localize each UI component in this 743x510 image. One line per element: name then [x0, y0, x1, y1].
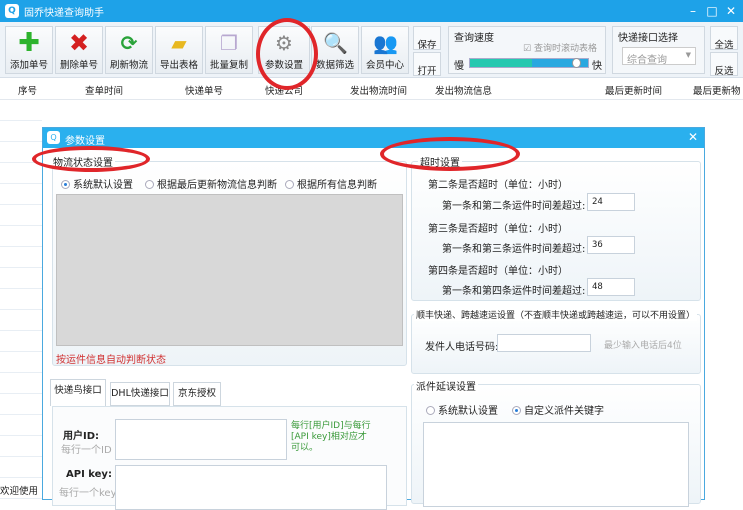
refresh-icon: ⟳: [120, 31, 138, 55]
auto-status-note: 按运件信息自动判断状态: [56, 355, 166, 366]
timeout-input-3[interactable]: 36: [587, 236, 635, 254]
settings-dialog: Q 参数设置 ✕ 物流状态设置 系统默认设置 根据最后更新物流信息判断 根据所有…: [42, 127, 705, 510]
user-id-textarea[interactable]: [115, 419, 287, 460]
close-button[interactable]: ✕: [721, 2, 741, 20]
user-id-label: 用户ID:: [63, 431, 100, 442]
radio-label: 自定义派件关键字: [524, 406, 604, 417]
title-bar: Q 固乔快递查询助手 – □ ✕: [0, 0, 743, 22]
user-id-hint: 每行一个ID: [61, 445, 112, 456]
export-button[interactable]: ▰ 导出表格: [155, 26, 203, 74]
col-ship-info[interactable]: 发出物流信息: [435, 83, 492, 97]
col-query-time[interactable]: 查单时间: [85, 83, 123, 97]
x-icon: ✖: [68, 29, 90, 57]
magnifier-icon: Q: [47, 131, 60, 144]
delay-settings-group: 派件延误设置 系统默认设置 自定义派件关键字: [411, 378, 701, 507]
radio-label: 根据最后更新物流信息判断: [157, 180, 277, 191]
col-tracking-number[interactable]: 快递单号: [185, 83, 223, 97]
radio-label: 根据所有信息判断: [297, 180, 377, 191]
scroll-table-label: 查询时滚动表格: [533, 44, 597, 54]
radio-delay-custom[interactable]: 自定义派件关键字: [512, 402, 604, 417]
timeout-input-4[interactable]: 48: [587, 278, 635, 296]
col-ship-time[interactable]: 发出物流时间: [350, 83, 407, 97]
tab-jd[interactable]: 京东授权: [173, 382, 221, 406]
radio-label: 系统默认设置: [438, 406, 498, 417]
speed-slider[interactable]: [469, 58, 589, 68]
pair-note: 每行[用户ID]与每行[API key]相对应才可以。: [291, 421, 371, 453]
speed-title: 查询速度: [454, 33, 494, 44]
add-number-button[interactable]: ✚ 添加单号: [5, 26, 53, 74]
timeout-input-2[interactable]: 24: [587, 193, 635, 211]
delay-title: 派件延误设置: [414, 378, 478, 393]
scroll-table-checkbox[interactable]: ☑ 查询时滚动表格: [523, 41, 597, 54]
api-key-hint: 每行一个key: [59, 488, 117, 499]
speed-group: 查询速度 ☑ 查询时滚动表格 慢 快: [448, 26, 606, 74]
chevron-down-icon: ▼: [685, 51, 691, 59]
col-update-time[interactable]: 最后更新时间: [605, 83, 662, 97]
radio-system-default[interactable]: 系统默认设置: [61, 176, 133, 191]
phone-hint: 最少输入电话后4位: [604, 341, 682, 351]
window-title: 固乔快递查询助手: [24, 8, 104, 19]
folder-icon: ▰: [171, 31, 187, 55]
member-center-button[interactable]: 👥 会员中心: [361, 26, 409, 74]
radio-all-info[interactable]: 根据所有信息判断: [285, 176, 377, 191]
timeout-label-3: 第一条和第三条运件时间差超过:: [442, 244, 586, 255]
interface-value: 综合查询: [627, 55, 667, 66]
timeout-label-2: 第一条和第二条运件时间差超过:: [442, 201, 586, 212]
toolbar: ✚ 添加单号 ✖ 删除单号 ⟳ 刷新物流 ▰ 导出表格 ❐ 批量复制 ⚙ 参数设置 🔍 数据筛…: [0, 22, 743, 78]
interface-group: 快递接口选择 综合查询 ▼: [612, 26, 705, 74]
select-all-button[interactable]: 全选: [710, 26, 738, 51]
magnifier-icon: Q: [5, 4, 19, 18]
open-button[interactable]: 打开: [413, 52, 441, 77]
phone-label: 发件人电话号码:: [425, 342, 499, 353]
minimize-button[interactable]: –: [683, 2, 703, 20]
filter-button[interactable]: 🔍 数据筛选: [311, 26, 359, 74]
tab-kdniao[interactable]: 快递鸟接口: [50, 379, 106, 406]
refresh-button[interactable]: ⟳ 刷新物流: [105, 26, 153, 74]
table-header: 序号 查单时间 快递单号 快递公司 发出物流时间 发出物流信息 最后更新时间 最…: [0, 78, 743, 100]
timeout-head-4: 第四条是否超时（单位：小时）: [428, 266, 568, 277]
copy-icon: ❐: [220, 31, 238, 55]
slow-label: 慢: [454, 61, 464, 72]
save-button[interactable]: 保存: [413, 26, 441, 51]
plus-icon: ✚: [18, 28, 40, 58]
col-index[interactable]: 序号: [18, 83, 37, 97]
radio-label: 系统默认设置: [73, 180, 133, 191]
tab-dhl[interactable]: DHL快递接口: [110, 382, 170, 406]
maximize-button[interactable]: □: [702, 2, 722, 20]
api-key-label: API key:: [66, 469, 112, 480]
delete-number-button[interactable]: ✖ 删除单号: [55, 26, 103, 74]
radio-last-update[interactable]: 根据最后更新物流信息判断: [145, 176, 277, 191]
api-tab-panel: 用户ID: 每行一个ID 每行[用户ID]与每行[API key]相对应才可以。…: [52, 406, 407, 510]
col-update-info[interactable]: 最后更新物: [693, 83, 741, 97]
interface-select[interactable]: 综合查询 ▼: [622, 47, 696, 66]
batch-copy-button[interactable]: ❐ 批量复制: [205, 26, 253, 74]
annotation-circle-logistics: [32, 146, 150, 172]
timeout-group: 超时设置 第二条是否超时（单位：小时） 第一条和第二条运件时间差超过: 24 第…: [411, 154, 701, 301]
api-key-textarea[interactable]: [115, 465, 387, 510]
fast-label: 快: [592, 61, 602, 72]
dialog-close-button[interactable]: ✕: [688, 130, 698, 144]
annotation-circle-settings: [256, 18, 318, 90]
sf-title: 顺丰快递、跨越速运设置（不查顺丰快递或跨越速运，可以不用设置）: [414, 308, 698, 321]
annotation-circle-timeout: [380, 137, 520, 171]
invert-selection-button[interactable]: 反选: [710, 52, 738, 77]
timeout-label-4: 第一条和第四条运件时间差超过:: [442, 286, 586, 297]
status-bar: 欢迎使用: [0, 483, 39, 497]
logistics-status-group: 物流状态设置 系统默认设置 根据最后更新物流信息判断 根据所有信息判断 按运件信…: [51, 154, 407, 366]
radio-delay-default[interactable]: 系统默认设置: [426, 402, 498, 417]
dialog-title-bar: Q 参数设置 ✕: [43, 128, 704, 148]
search-folder-icon: 🔍: [323, 31, 348, 55]
status-preview-panel: [56, 194, 403, 346]
timeout-head-2: 第二条是否超时（单位：小时）: [428, 180, 568, 191]
timeout-head-3: 第三条是否超时（单位：小时）: [428, 224, 568, 235]
sf-settings-group: 顺丰快递、跨越速运设置（不查顺丰快递或跨越速运，可以不用设置） 发件人电话号码:…: [411, 308, 701, 374]
users-icon: 👥: [373, 31, 398, 55]
interface-title: 快递接口选择: [618, 33, 678, 44]
dialog-title: 参数设置: [65, 136, 105, 147]
delay-keywords-textarea[interactable]: [423, 422, 689, 507]
phone-input[interactable]: [497, 334, 591, 352]
